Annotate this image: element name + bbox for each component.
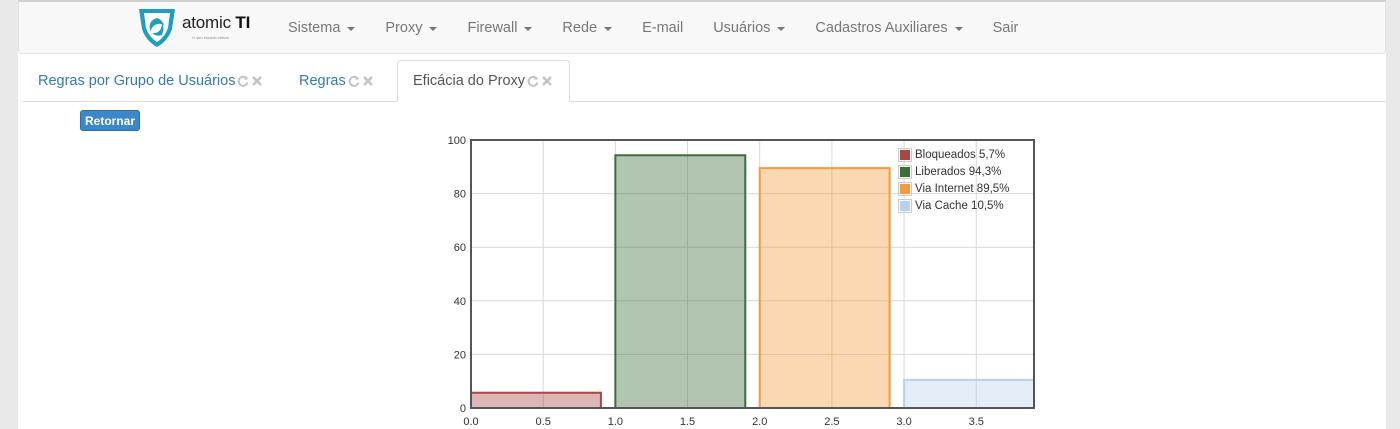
close-icon[interactable]: [361, 74, 375, 88]
x-tick-label: 0.0: [463, 416, 478, 428]
x-tick-label: 2.5: [824, 416, 839, 428]
main-menu: Sistema Proxy Firewall Rede E-mail Usuár…: [273, 2, 1033, 53]
legend-label: Via Internet 89,5%: [915, 182, 1010, 195]
legend-item-via-internet: Via Internet 89,5%: [898, 180, 1009, 197]
legend-item-via-cache: Via Cache 10,5%: [898, 197, 1009, 214]
tab-bar: Regras por Grupo de Usuários Regras Efic…: [23, 60, 1386, 102]
legend-label: Via Cache 10,5%: [915, 199, 1004, 212]
legend-label: Liberados 94,3%: [915, 165, 1002, 178]
legend-item-liberados: Liberados 94,3%: [898, 163, 1009, 180]
x-tick-label: 1.0: [608, 416, 623, 428]
nav-cadastros-auxiliares[interactable]: Cadastros Auxiliares: [800, 2, 977, 53]
legend-label: Bloqueados 5,7%: [915, 148, 1006, 161]
y-tick-label: 80: [454, 189, 466, 201]
tab-label: Eficácia do Proxy: [413, 73, 526, 89]
x-tick-label: 2.0: [752, 416, 767, 428]
y-tick-label: 60: [454, 242, 466, 254]
legend-swatch: [900, 166, 910, 177]
caret-down-icon: [347, 26, 356, 31]
nav-sair[interactable]: Sair: [978, 2, 1034, 53]
caret-down-icon: [777, 26, 786, 31]
brand-name: atomic TI: [182, 13, 251, 32]
legend-swatch: [900, 200, 910, 211]
x-tick-label: 1.5: [680, 416, 695, 428]
bar-2: [758, 167, 891, 409]
brand-logo[interactable]: atomic TI O seu escudo virtual: [136, 5, 266, 49]
tab-label: Regras: [299, 72, 346, 89]
page-frame: atomic TI O seu escudo virtual Sistema P…: [18, 0, 1386, 429]
tab-label: Regras por Grupo de Usuários: [38, 72, 236, 89]
chart-legend: Bloqueados 5,7% Liberados 94,3% Via Inte…: [898, 146, 1009, 214]
legend-swatch: [900, 183, 910, 194]
caret-down-icon: [954, 26, 963, 31]
back-button[interactable]: Retornar: [80, 110, 140, 131]
bar-3: [903, 378, 1036, 409]
tab-regras[interactable]: Regras: [284, 60, 390, 101]
legend-item-bloqueados: Bloqueados 5,7%: [898, 146, 1009, 163]
nav-usuarios[interactable]: Usuários: [698, 2, 800, 53]
y-tick-label: 40: [454, 296, 466, 308]
caret-down-icon: [524, 26, 533, 31]
close-icon[interactable]: [540, 74, 554, 88]
y-tick-label: 100: [448, 135, 466, 147]
nav-proxy[interactable]: Proxy: [370, 2, 452, 53]
nav-rede[interactable]: Rede: [547, 2, 627, 53]
refresh-icon[interactable]: [236, 74, 250, 88]
nav-firewall[interactable]: Firewall: [452, 2, 547, 53]
close-icon[interactable]: [250, 74, 264, 88]
top-navbar: atomic TI O seu escudo virtual Sistema P…: [18, 0, 1386, 54]
x-tick-label: 0.5: [536, 416, 551, 428]
bar-0: [470, 391, 602, 409]
tab-regras-por-grupo[interactable]: Regras por Grupo de Usuários: [23, 60, 279, 101]
y-tick-label: 0: [460, 403, 466, 415]
refresh-icon[interactable]: [526, 74, 540, 88]
refresh-icon[interactable]: [347, 74, 361, 88]
bar-1: [614, 154, 747, 409]
brand-tagline: O seu escudo virtual: [192, 35, 229, 40]
caret-down-icon: [604, 26, 613, 31]
legend-swatch: [900, 149, 910, 160]
shield-logo-icon: [139, 9, 175, 47]
nav-sistema[interactable]: Sistema: [273, 2, 370, 53]
x-tick-label: 3.5: [969, 416, 984, 428]
y-tick-label: 20: [454, 349, 466, 361]
tab-eficacia-do-proxy[interactable]: Eficácia do Proxy: [397, 60, 571, 102]
nav-email[interactable]: E-mail: [627, 2, 698, 53]
x-tick-label: 3.0: [896, 416, 911, 428]
caret-down-icon: [429, 26, 438, 31]
